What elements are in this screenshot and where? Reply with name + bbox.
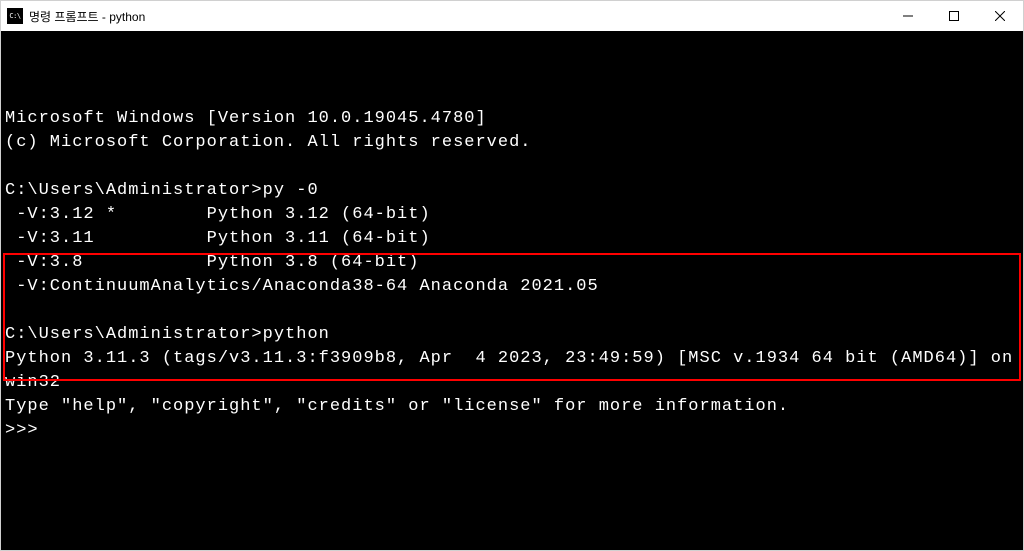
prompt-line-1: C:\Users\Administrator>py -0 [5,181,319,200]
cmd-icon [7,8,23,24]
terminal-output[interactable]: Microsoft Windows [Version 10.0.19045.47… [1,31,1023,550]
minimize-icon [903,11,913,21]
py-version-row: -V:3.12 * Python 3.12 (64-bit) [5,205,431,224]
os-version-line: Microsoft Windows [Version 10.0.19045.47… [5,109,487,128]
maximize-button[interactable] [931,1,977,31]
close-button[interactable] [977,1,1023,31]
python-help-line: Type "help", "copyright", "credits" or "… [5,397,789,416]
prompt-path: C:\Users\Administrator> [5,181,263,200]
minimize-button[interactable] [885,1,931,31]
prompt-command: py -0 [263,181,319,200]
prompt-line-2: C:\Users\Administrator>python [5,325,330,344]
python-repl-prompt: >>> [5,421,50,440]
window-title: 명령 프롬프트 - python [29,8,145,25]
copyright-line: (c) Microsoft Corporation. All rights re… [5,133,531,152]
maximize-icon [949,11,959,21]
close-icon [995,11,1005,21]
terminal-content: Microsoft Windows [Version 10.0.19045.47… [5,83,1019,467]
titlebar[interactable]: 명령 프롬프트 - python [1,1,1023,31]
python-banner-line: Python 3.11.3 (tags/v3.11.3:f3909b8, Apr… [5,349,1023,392]
window-controls [885,1,1023,31]
prompt-path: C:\Users\Administrator> [5,325,263,344]
command-prompt-window: 명령 프롬프트 - python Microsoft Windows [Vers… [0,0,1024,551]
py-version-row: -V:ContinuumAnalytics/Anaconda38-64 Anac… [5,277,599,296]
py-version-row: -V:3.8 Python 3.8 (64-bit) [5,253,419,272]
py-version-row: -V:3.11 Python 3.11 (64-bit) [5,229,431,248]
prompt-command: python [263,325,330,344]
